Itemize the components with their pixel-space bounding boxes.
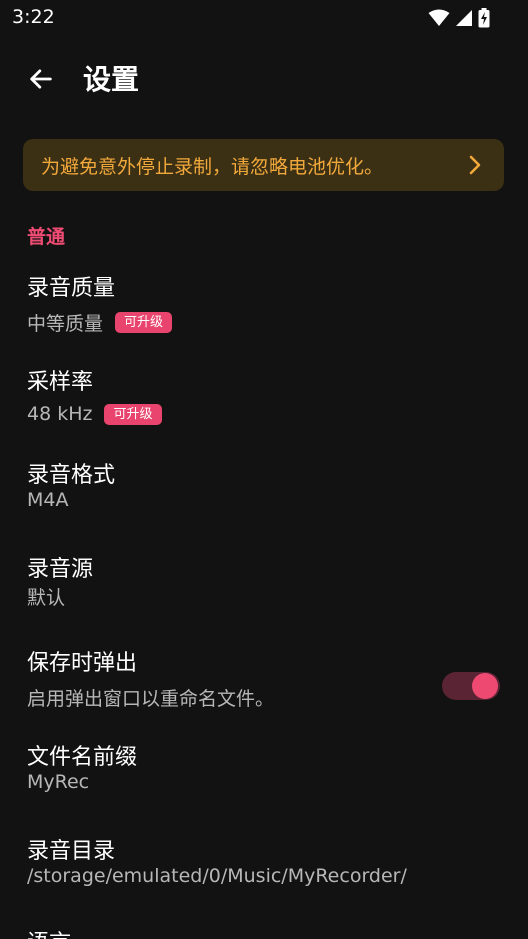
setting-popup-on-save[interactable]: 保存时弹出 启用弹出窗口以重命名文件。 <box>0 645 528 719</box>
setting-summary: 默认 <box>27 583 65 610</box>
setting-recording-source[interactable]: 录音源 默认 <box>0 551 528 621</box>
setting-title: 录音质量 <box>27 276 116 301</box>
setting-title: 文件名前缀 <box>27 745 138 770</box>
setting-recording-format[interactable]: 录音格式 M4A <box>0 457 528 527</box>
toggle-thumb <box>472 673 498 699</box>
status-time: 3:22 <box>12 6 55 28</box>
section-header-general: 普通 <box>27 226 66 248</box>
settings-screen: 3:22 设置 为避免意外停止录制，请忽略电池优化。 普通 录音质量 中等质量 … <box>0 0 528 939</box>
setting-summary-value: M4A <box>27 489 69 511</box>
battery-charging-icon <box>478 8 490 28</box>
arrow-left-icon <box>30 69 52 89</box>
chevron-right-icon <box>469 155 481 175</box>
wifi-icon <box>428 9 450 26</box>
setting-summary-value: 启用弹出窗口以重命名文件。 <box>27 688 275 710</box>
setting-title: 录音格式 <box>27 463 116 488</box>
setting-recording-quality[interactable]: 录音质量 中等质量 可升级 <box>0 270 528 340</box>
setting-title: 语言 <box>27 925 71 939</box>
battery-banner-text: 为避免意外停止录制，请忽略电池优化。 <box>41 156 384 178</box>
setting-summary-value: MyRec <box>27 771 90 793</box>
status-bar: 3:22 <box>0 0 528 36</box>
setting-summary: MyRec <box>27 771 89 793</box>
setting-title: 保存时弹出 <box>27 651 138 676</box>
page-title: 设置 <box>83 63 140 96</box>
setting-language[interactable]: 语言 <box>0 925 528 939</box>
setting-summary-value: 中等质量 <box>27 313 104 335</box>
setting-summary: /storage/emulated/0/Music/MyRecorder/ <box>27 865 407 887</box>
setting-summary: 48 kHz 可升级 <box>27 403 162 425</box>
popup-on-save-toggle[interactable] <box>442 672 500 700</box>
setting-summary-value: /storage/emulated/0/Music/MyRecorder/ <box>27 865 407 887</box>
setting-title: 采样率 <box>27 370 94 395</box>
back-button[interactable] <box>22 60 60 98</box>
setting-summary-value: 默认 <box>27 587 66 609</box>
setting-summary: 启用弹出窗口以重命名文件。 <box>27 684 274 711</box>
battery-optimization-banner[interactable]: 为避免意外停止录制，请忽略电池优化。 <box>23 139 504 191</box>
setting-filename-prefix[interactable]: 文件名前缀 MyRec <box>0 739 528 809</box>
setting-summary: 中等质量 可升级 <box>27 309 173 336</box>
app-bar: 设置 <box>0 48 528 108</box>
upgrade-badge: 可升级 <box>104 403 162 425</box>
setting-recording-directory[interactable]: 录音目录 /storage/emulated/0/Music/MyRecorde… <box>0 833 528 903</box>
setting-summary: M4A <box>27 489 68 511</box>
cell-signal-icon <box>456 10 472 26</box>
setting-sample-rate[interactable]: 采样率 48 kHz 可升级 <box>0 364 528 434</box>
upgrade-badge: 可升级 <box>115 312 173 333</box>
setting-title: 录音目录 <box>27 839 116 864</box>
setting-title: 录音源 <box>27 557 94 582</box>
setting-summary-value: 48 kHz <box>27 403 93 425</box>
status-icons <box>428 8 490 28</box>
